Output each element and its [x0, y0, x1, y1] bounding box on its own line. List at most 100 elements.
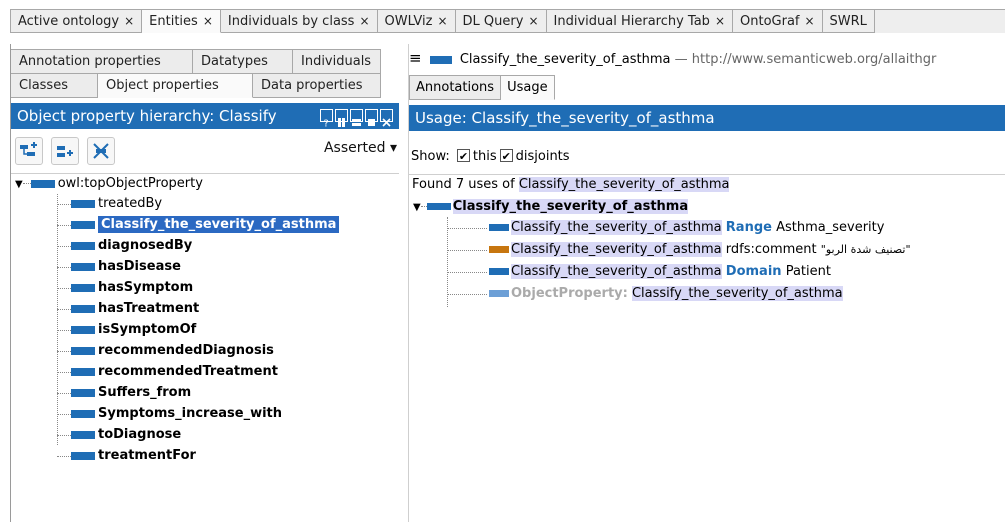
show-disjoints-checkbox[interactable]	[499, 147, 513, 167]
hierarchy-toolbar: Asserted ▾	[11, 137, 399, 165]
object-property-tree[interactable]: ▼ owl:topObjectProperty treatedBy Classif…	[11, 173, 399, 522]
tree-node-classify-the-severity-of-asthma[interactable]: Classify_the_severity_of_asthma	[71, 215, 340, 235]
dropdown-arrow-icon: ▾	[389, 140, 397, 156]
close-icon[interactable]: ×	[437, 14, 447, 28]
tree-node-issymptomof[interactable]: isSymptomOf	[71, 320, 196, 340]
entity-type-tabs-row1: Annotation properties Datatypes Individu…	[11, 49, 400, 74]
tree-node-diagnosedby[interactable]: diagnosedBy	[71, 236, 192, 256]
tab-label: DL Query	[462, 14, 524, 29]
tree-node-treatedby[interactable]: treatedBy	[71, 194, 162, 214]
close-view-icon[interactable]	[380, 109, 393, 127]
tab-entities[interactable]: Entities ×	[142, 10, 221, 33]
usage-row-comment[interactable]: Classify_the_severity_of_asthma rdfs:com…	[489, 240, 911, 260]
tab-object-properties[interactable]: Object properties	[98, 73, 253, 98]
tab-swrl[interactable]: SWRL	[822, 10, 875, 33]
tree-node-recommendedtreatment[interactable]: recommendedTreatment	[71, 362, 278, 382]
object-property-icon	[71, 283, 95, 292]
expand-arrow-icon[interactable]: ▼	[413, 198, 421, 218]
tab-dl-query[interactable]: DL Query ×	[455, 10, 547, 33]
tree-node-label: recommendedDiagnosis	[98, 343, 274, 358]
object-property-icon	[71, 220, 95, 229]
tab-annotation-properties[interactable]: Annotation properties	[11, 49, 193, 74]
split-vertical-icon[interactable]	[335, 109, 348, 127]
tab-data-properties[interactable]: Data properties	[253, 73, 381, 98]
tab-label: OWLViz	[384, 14, 433, 29]
tree-node-suffers-from[interactable]: Suffers_from	[71, 383, 191, 403]
tree-node-label: diagnosedBy	[98, 238, 193, 253]
menu-icon[interactable]: ≡	[409, 49, 422, 67]
tree-node-todiagnose[interactable]: toDiagnose	[71, 425, 181, 445]
usage-row-declaration[interactable]: ObjectProperty: Classify_the_severity_of…	[489, 284, 843, 304]
found-summary: Found 7 uses of Classify_the_severity_of…	[412, 177, 730, 192]
tree-root-node[interactable]: ▼ owl:topObjectProperty	[15, 174, 203, 194]
tab-individual-hierarchy[interactable]: Individual Hierarchy Tab ×	[546, 10, 733, 33]
object-property-icon	[71, 388, 95, 397]
dropdown-value: Asserted	[323, 140, 386, 156]
tab-owlviz[interactable]: OWLViz ×	[377, 10, 456, 33]
float-icon[interactable]	[365, 109, 378, 126]
tab-datatypes[interactable]: Datatypes	[193, 49, 293, 74]
annotation-icon	[489, 246, 509, 253]
hierarchy-mode-dropdown[interactable]: Asserted ▾	[324, 140, 397, 156]
close-icon[interactable]: ×	[715, 14, 725, 28]
tab-annotations[interactable]: Annotations	[409, 75, 502, 100]
tree-node-label: hasSymptom	[98, 280, 194, 295]
object-property-icon	[71, 325, 95, 334]
tab-label: Active ontology	[18, 14, 120, 29]
tree-node-treatmentfor[interactable]: treatmentFor	[71, 446, 196, 466]
tree-node-hasdisease[interactable]: hasDisease	[71, 257, 181, 277]
left-panel: Annotation properties Datatypes Individu…	[10, 44, 399, 522]
tab-active-ontology[interactable]: Active ontology ×	[11, 10, 143, 33]
tab-classes[interactable]: Classes	[11, 73, 98, 98]
object-property-icon	[71, 262, 95, 271]
add-sibling-property-button[interactable]	[51, 137, 79, 165]
object-property-icon	[71, 409, 95, 418]
expand-arrow-icon[interactable]: ▼	[15, 175, 23, 195]
object-property-icon	[71, 367, 95, 376]
usage-row-domain[interactable]: Classify_the_severity_of_asthma Domain P…	[489, 262, 831, 282]
help-icon[interactable]: ?	[320, 109, 333, 129]
tree-node-recommendeddiagnosis[interactable]: recommendedDiagnosis	[71, 341, 274, 361]
tab-individuals[interactable]: Individuals	[293, 49, 381, 74]
close-icon[interactable]: ×	[804, 14, 814, 28]
show-disjoints-label: disjoints	[515, 149, 570, 164]
close-icon[interactable]: ×	[203, 14, 213, 28]
delete-property-button[interactable]	[87, 137, 115, 165]
tab-ontograf[interactable]: OntoGraf ×	[733, 10, 823, 33]
usage-root-label: Classify_the_severity_of_asthma	[452, 199, 689, 214]
close-icon[interactable]: ×	[359, 14, 369, 28]
usage-object: Asthma_severity	[776, 220, 885, 235]
usage-root-node[interactable]: ▼ Classify_the_severity_of_asthma	[413, 197, 689, 218]
object-property-icon	[71, 304, 95, 313]
tree-node-hastreatment[interactable]: hasTreatment	[71, 299, 199, 319]
panel-title: Object property hierarchy: Classify	[17, 107, 277, 125]
usage-header: Usage: Classify_the_severity_of_asthma	[409, 105, 1005, 131]
object-property-icon	[71, 430, 95, 439]
found-prefix: Found 7 uses of	[412, 177, 515, 192]
split-horizontal-icon[interactable]	[350, 109, 363, 126]
tree-node-symptoms-increase-with[interactable]: Symptoms_increase_with	[71, 404, 282, 424]
tree-node-label: isSymptomOf	[98, 322, 197, 337]
tab-usage[interactable]: Usage	[501, 75, 555, 100]
usage-object: Patient	[785, 264, 831, 279]
entity-type-tabs-row2: Classes Object properties Data propertie…	[11, 73, 400, 98]
show-this-checkbox[interactable]	[456, 147, 470, 167]
tree-node-label: treatedBy	[98, 196, 163, 211]
object-property-icon	[489, 268, 509, 275]
usage-subject: Classify_the_severity_of_asthma	[511, 264, 722, 279]
tree-node-hassymptom[interactable]: hasSymptom	[71, 278, 193, 298]
usage-subject: ObjectProperty:	[511, 286, 628, 301]
object-property-hierarchy-header: Object property hierarchy: Classify ?	[11, 103, 399, 129]
usage-predicate: Domain	[725, 264, 782, 279]
view-controls: ?	[320, 109, 393, 129]
add-sub-property-button[interactable]	[15, 137, 43, 165]
tree-node-label: Symptoms_increase_with	[98, 406, 283, 421]
tab-individuals-by-class[interactable]: Individuals by class ×	[220, 10, 378, 33]
usage-subject: Classify_the_severity_of_asthma	[511, 220, 722, 235]
right-panel: ≡ Classify_the_severity_of_asthma — http…	[408, 44, 1005, 522]
close-icon[interactable]: ×	[528, 14, 538, 28]
tree-node-label: hasTreatment	[98, 301, 200, 316]
usage-row-range[interactable]: Classify_the_severity_of_asthma Range As…	[489, 218, 884, 238]
found-entity: Classify_the_severity_of_asthma	[518, 177, 730, 192]
close-icon[interactable]: ×	[124, 14, 134, 28]
